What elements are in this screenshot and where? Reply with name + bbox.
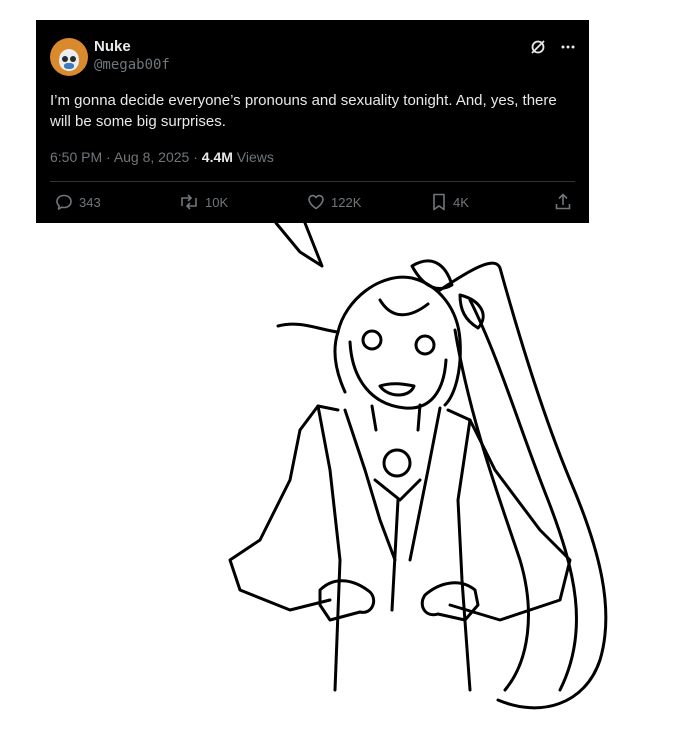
collar-brooch <box>382 448 412 478</box>
jacket-right <box>456 418 472 692</box>
right-hand <box>420 581 480 622</box>
mouth <box>378 382 416 397</box>
jacket-left <box>316 404 342 692</box>
speech-tail <box>274 221 324 268</box>
character-drawing <box>228 221 608 710</box>
left-lapel <box>343 408 397 562</box>
left-eye <box>361 329 383 351</box>
left-arm <box>228 404 340 612</box>
right-eye <box>414 334 436 356</box>
ponytail <box>438 261 608 710</box>
